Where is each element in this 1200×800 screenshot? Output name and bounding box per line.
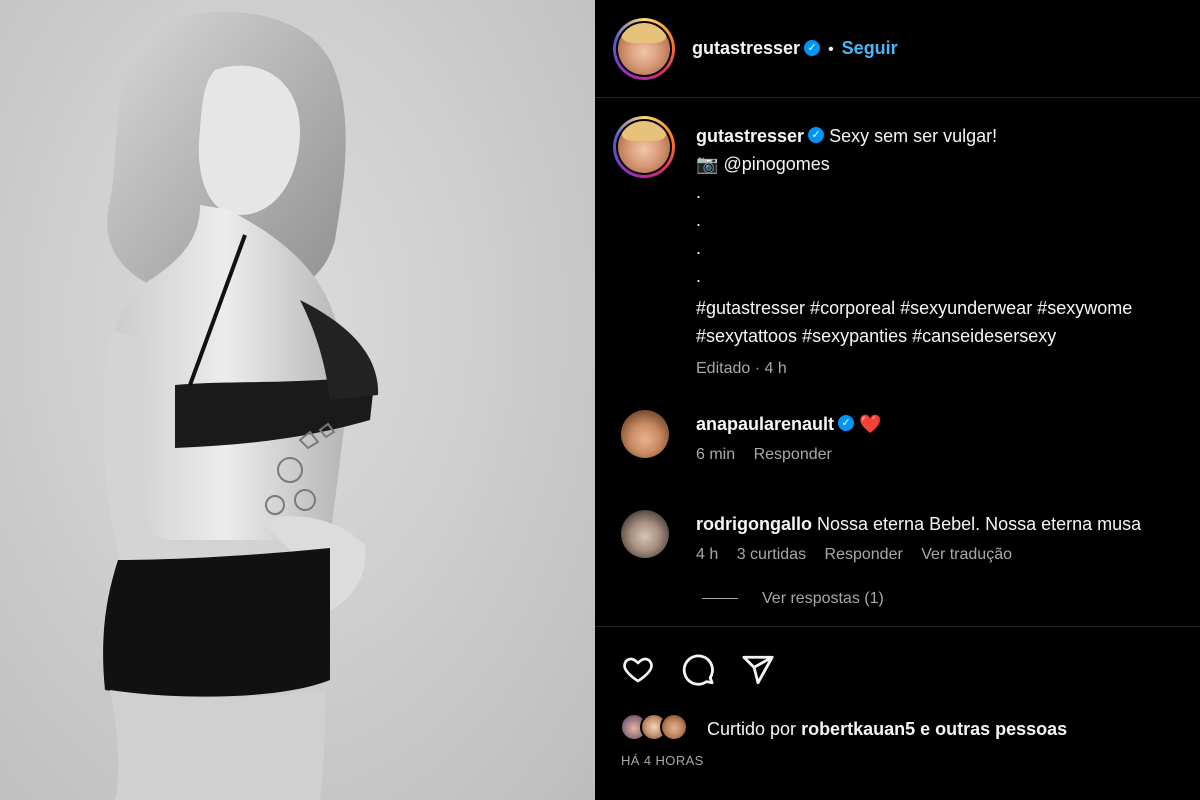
caption-text: Sexy sem ser vulgar! xyxy=(829,126,998,146)
reply-button[interactable]: Responder xyxy=(754,446,832,463)
caption-author-username[interactable]: gutastresser xyxy=(696,126,804,146)
comment-time: 6 min xyxy=(696,446,736,463)
comment-username[interactable]: anapaularenault xyxy=(696,414,834,434)
author-username[interactable]: gutastresser xyxy=(692,38,800,58)
replies-divider xyxy=(702,598,738,600)
caption-dot: . xyxy=(696,238,702,258)
post-photo xyxy=(0,0,595,800)
hashtags-line-1[interactable]: #gutastresser #corporeal #sexyunderwear … xyxy=(696,294,1132,322)
verified-badge-icon: ✓ xyxy=(838,415,855,432)
caption-meta: Editado · 4 h xyxy=(696,360,787,377)
comment-icon[interactable] xyxy=(681,653,715,687)
avatar xyxy=(660,713,688,741)
comment-likes-count[interactable]: 3 curtidas xyxy=(737,546,806,563)
liked-by-user[interactable]: robertkauan5 xyxy=(801,719,915,739)
header-author-row: gutastresser ✓ • Seguir xyxy=(692,38,898,59)
photo-illustration xyxy=(103,11,379,800)
photo-credit-link[interactable]: @pinogomes xyxy=(723,154,829,174)
reply-button[interactable]: Responder xyxy=(825,546,903,563)
post-header: gutastresser ✓ • Seguir xyxy=(595,0,1200,98)
author-avatar[interactable] xyxy=(613,18,675,80)
caption-dot: . xyxy=(696,210,702,230)
liked-by-avatars[interactable] xyxy=(620,713,700,745)
post-actions: Curtido por robertkauan5 e outras pessoa… xyxy=(595,626,1200,800)
comment-time: 4 h xyxy=(696,546,719,563)
view-replies-button[interactable]: Ver respostas (1) xyxy=(762,590,884,607)
heart-icon[interactable] xyxy=(621,653,655,685)
liked-by-text: Curtido por robertkauan5 e outras pessoa… xyxy=(707,715,1067,743)
verified-badge-icon: ✓ xyxy=(804,39,821,56)
comment-avatar[interactable] xyxy=(621,510,669,558)
post-timestamp[interactable]: HÁ 4 HORAS xyxy=(621,753,704,768)
caption-dot: . xyxy=(696,266,702,286)
post-panel: gutastresser ✓ • Seguir gutastresser ✓ Sexy … xyxy=(595,0,1200,800)
liked-by-suffix-prefix-word[interactable]: e outras pessoas xyxy=(920,719,1067,739)
comment-username[interactable]: rodrigongallo xyxy=(696,514,812,534)
caption: gutastresser ✓ Sexy sem ser vulgar! 📷 @pi… xyxy=(696,122,1132,378)
hashtags-line-2[interactable]: #sexytattoos #sexypanties #canseideserse… xyxy=(696,322,1132,350)
verified-badge-icon: ✓ xyxy=(808,127,825,144)
camera-icon: 📷 xyxy=(696,154,719,174)
separator-dot: • xyxy=(828,41,834,58)
liked-by-prefix: Curtido por xyxy=(707,719,797,739)
share-icon[interactable] xyxy=(741,653,775,687)
comments-scroll-area[interactable]: gutastresser ✓ Sexy sem ser vulgar! 📷 @pi… xyxy=(595,98,1200,626)
comment-text: Nossa eterna Bebel. Nossa eterna musa xyxy=(817,514,1142,534)
comment-avatar[interactable] xyxy=(621,410,669,458)
translate-button[interactable]: Ver tradução xyxy=(921,546,1012,563)
caption-author-avatar[interactable] xyxy=(613,116,675,178)
comment-text: ❤️ xyxy=(859,414,882,434)
comment: anapaularenault ✓ ❤️ 6 min Responder xyxy=(696,410,881,464)
comment: rodrigongallo Nossa eterna Bebel. Nossa … xyxy=(696,510,1141,608)
caption-dot: . xyxy=(696,182,702,202)
follow-button[interactable]: Seguir xyxy=(842,38,898,58)
